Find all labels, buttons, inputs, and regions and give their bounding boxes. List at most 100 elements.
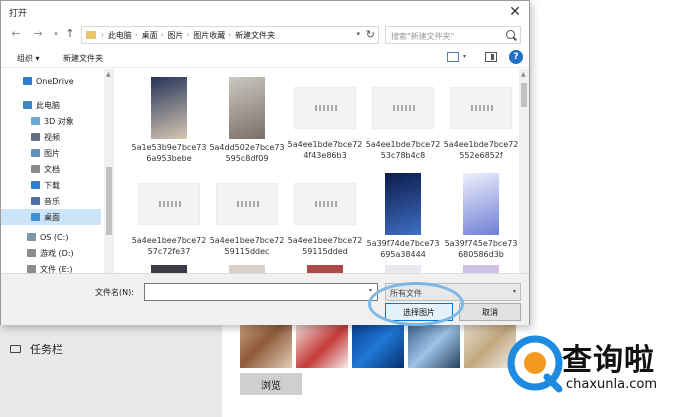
file-tile[interactable]: 5a4dd502e7bce73595c8df09: [209, 77, 285, 164]
file-thumbnail: [138, 183, 200, 225]
nav-item[interactable]: 此电脑: [23, 97, 60, 113]
file-name: 5a4ee1bee7bce7259115ddec: [209, 236, 285, 256]
chevron-right-icon[interactable]: ›: [101, 31, 104, 39]
chevron-right-icon[interactable]: ›: [228, 31, 231, 39]
search-input[interactable]: 搜索"新建文件夹": [385, 26, 521, 44]
file-name: 5a4dd502e7bce73595c8df09: [209, 143, 285, 163]
file-name: 5a4ee1bde7bce72552e6852f: [443, 140, 519, 160]
new-folder-button[interactable]: 新建文件夹: [63, 53, 103, 64]
chevron-right-icon[interactable]: ›: [186, 31, 189, 39]
nav-item-label: OneDrive: [36, 76, 74, 86]
drive-icon: [27, 233, 36, 241]
chevron-right-icon[interactable]: ›: [135, 31, 138, 39]
dialog-titlebar: 打开 ✕: [1, 1, 529, 23]
up-arrow-icon[interactable]: ↑: [63, 27, 77, 40]
scroll-up-icon[interactable]: ▲: [521, 71, 526, 78]
file-tile[interactable]: 5a39f745e7bce73680586d3b: [443, 173, 519, 260]
nav-item[interactable]: OneDrive: [23, 73, 74, 89]
refresh-icon[interactable]: ↻: [366, 28, 375, 41]
file-scrollbar[interactable]: ▲: [519, 69, 529, 273]
nav-item-label: 桌面: [44, 212, 60, 222]
nav-item[interactable]: 音乐: [31, 193, 60, 209]
chevron-down-icon[interactable]: ▾: [463, 53, 466, 60]
filename-field[interactable]: [144, 283, 378, 301]
recent-picture[interactable]: [296, 322, 348, 368]
file-tile[interactable]: 5a4ee1bde7bce724f43e86b3: [287, 77, 363, 161]
file-tile[interactable]: 5a1e53b9e7bce736a953bebe: [131, 77, 207, 164]
file-thumbnail: [385, 173, 421, 235]
file-tile[interactable]: 5a4ee1bee7bce7257c72fe37: [131, 173, 207, 257]
back-arrow-icon[interactable]: ←: [9, 27, 23, 40]
nav-item-label: 3D 对象: [44, 116, 74, 126]
nav-item-label: 此电脑: [36, 100, 60, 110]
nav-item[interactable]: 视频: [31, 129, 60, 145]
file-tile[interactable]: 5a39f74de7bce73695a38444: [365, 173, 441, 260]
nav-item[interactable]: 桌面: [1, 209, 101, 225]
nav-item[interactable]: OS (C:): [27, 229, 68, 245]
file-thumbnail[interactable]: [463, 265, 499, 273]
nav-scrollbar[interactable]: ▲: [104, 69, 114, 273]
preview-pane-icon[interactable]: [485, 52, 497, 62]
breadcrumb-new-folder[interactable]: 新建文件夹: [235, 30, 275, 41]
recent-pictures: [240, 322, 516, 368]
picture-icon: [31, 149, 40, 157]
recent-picture[interactable]: [352, 322, 404, 368]
organize-button[interactable]: 组织 ▾: [17, 53, 40, 64]
help-icon[interactable]: ?: [509, 50, 523, 64]
sidebar-item-taskbar[interactable]: 任务栏: [10, 341, 63, 357]
recent-locations-icon[interactable]: ▾: [49, 30, 63, 38]
file-name: 5a4ee1bde7bce7253c78b4c8: [365, 140, 441, 160]
navigation-pane: OneDrive 此电脑 3D 对象视频图片文档 下载 音乐桌面 OS (C:) 游戏 (D…: [1, 69, 115, 274]
nav-item[interactable]: 3D 对象: [31, 113, 74, 129]
address-row: ← → ▾ ↑ › 此电脑 › 桌面 › 图片 › 图片收藏 › 新建文件夹 ▾…: [1, 23, 529, 47]
close-icon[interactable]: ✕: [505, 2, 525, 22]
address-bar[interactable]: › 此电脑 › 桌面 › 图片 › 图片收藏 › 新建文件夹 ▾ ↻: [81, 26, 379, 44]
recent-picture[interactable]: [408, 322, 460, 368]
file-tile[interactable]: 5a4ee1bde7bce7253c78b4c8: [365, 77, 441, 161]
file-tile[interactable]: 5a4ee1bee7bce7259115ddec: [209, 173, 285, 257]
taskbar-icon: [10, 345, 21, 353]
nav-item[interactable]: 文档: [31, 161, 60, 177]
music-icon: [31, 197, 40, 205]
chevron-right-icon[interactable]: ›: [161, 31, 164, 39]
file-name: 5a39f745e7bce73680586d3b: [444, 239, 518, 259]
highlight-circle: [368, 282, 464, 326]
drive-icon: [27, 265, 36, 273]
sidebar-item-label: 任务栏: [30, 343, 63, 356]
file-thumbnail[interactable]: [307, 265, 343, 273]
file-thumbnail: [151, 77, 187, 139]
view-options-icon[interactable]: [447, 52, 459, 62]
breadcrumb-desktop[interactable]: 桌面: [142, 30, 158, 41]
nav-item[interactable]: 图片: [31, 145, 60, 161]
scrollbar-thumb[interactable]: [521, 83, 527, 107]
cancel-button[interactable]: 取消: [459, 303, 521, 321]
cube-icon: [31, 117, 40, 125]
breadcrumb-pictures[interactable]: 图片: [167, 30, 183, 41]
file-tile[interactable]: 5a4ee1bee7bce7259115dded: [287, 173, 363, 257]
forward-arrow-icon[interactable]: →: [31, 27, 45, 40]
command-bar: 组织 ▾ 新建文件夹 ▾ ?: [1, 48, 529, 68]
search-placeholder: 搜索"新建文件夹": [391, 32, 455, 41]
file-thumbnail[interactable]: [151, 265, 187, 273]
scroll-up-icon[interactable]: ▲: [106, 71, 111, 78]
filename-label: 文件名(N):: [95, 288, 134, 297]
drive-icon: [27, 249, 36, 257]
breadcrumb-saved-pictures[interactable]: 图片收藏: [193, 30, 225, 41]
scrollbar-thumb[interactable]: [106, 167, 112, 235]
chevron-down-icon: ▾: [512, 288, 516, 295]
chevron-down-icon[interactable]: ▾: [356, 30, 360, 38]
file-thumbnail: [294, 87, 356, 129]
file-thumbnail: [450, 87, 512, 129]
file-thumbnail[interactable]: [385, 265, 421, 273]
nav-item-label: 图片: [44, 148, 60, 158]
file-thumbnail: [229, 77, 265, 139]
file-tile[interactable]: 5a4ee1bde7bce72552e6852f: [443, 77, 519, 161]
recent-picture[interactable]: [240, 322, 292, 368]
breadcrumb-this-pc[interactable]: 此电脑: [108, 30, 132, 41]
nav-item[interactable]: 下载: [31, 177, 60, 193]
chevron-down-icon[interactable]: ▾: [369, 287, 372, 294]
browse-button[interactable]: 浏览: [240, 373, 302, 395]
nav-item[interactable]: 游戏 (D:): [27, 245, 74, 261]
document-icon: [31, 165, 40, 173]
file-thumbnail[interactable]: [229, 265, 265, 273]
